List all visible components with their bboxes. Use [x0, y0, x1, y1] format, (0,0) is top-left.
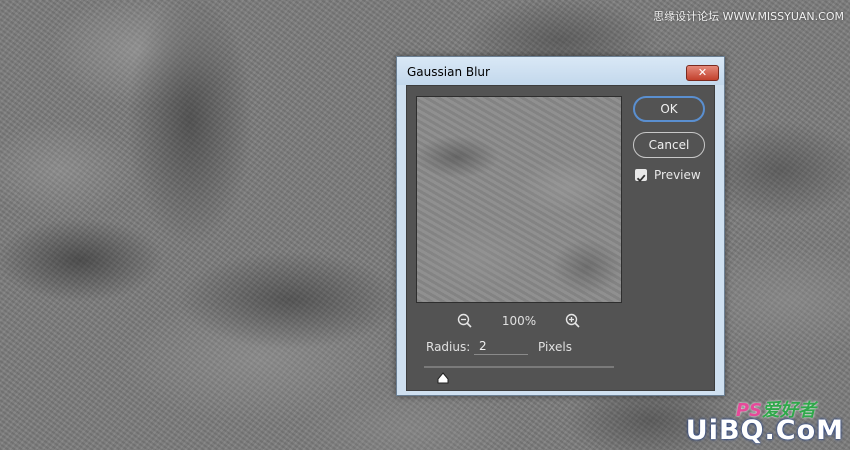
site-logo: PS爱好者 UiBQ.CoM: [686, 396, 844, 446]
logo-wordmark: UiBQ.CoM: [685, 415, 844, 446]
blur-preview-image[interactable]: [416, 96, 622, 303]
radius-slider-thumb[interactable]: [437, 369, 449, 384]
radius-input[interactable]: [474, 337, 528, 355]
zoom-level-readout: 100%: [501, 314, 537, 328]
close-button[interactable]: ✕: [686, 65, 719, 81]
radius-label: Radius:: [426, 340, 471, 354]
dialog-titlebar[interactable]: Gaussian Blur ✕: [397, 57, 724, 85]
ok-button[interactable]: OK: [633, 96, 705, 122]
radius-slider-track[interactable]: [424, 366, 614, 368]
checkmark-icon: [636, 174, 646, 183]
preview-label[interactable]: Preview: [654, 168, 701, 182]
site-watermark: 思缘设计论坛 WWW.MISSYUAN.COM: [653, 10, 844, 23]
radius-unit-label: Pixels: [538, 340, 573, 354]
gaussian-blur-dialog: Gaussian Blur ✕ 100% Radius: 2 Pixels OK…: [396, 56, 725, 396]
zoom-controls: 100%: [416, 312, 622, 332]
dialog-title: Gaussian Blur: [407, 65, 490, 79]
cancel-button[interactable]: Cancel: [633, 132, 705, 158]
zoom-in-icon[interactable]: [564, 312, 582, 330]
preview-checkbox[interactable]: [635, 169, 647, 183]
zoom-out-icon[interactable]: [456, 312, 474, 330]
dialog-body: 100% Radius: Pixels OK Cancel: [406, 85, 715, 391]
